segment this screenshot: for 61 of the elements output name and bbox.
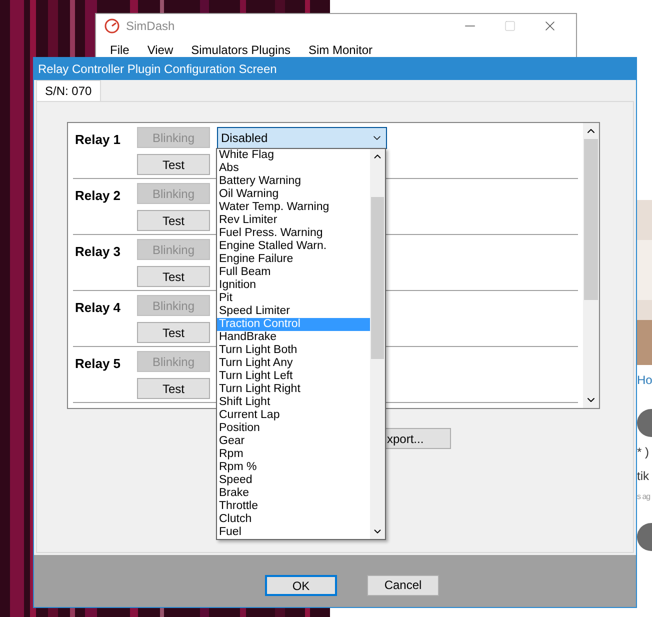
relay-label: Relay 2 xyxy=(74,187,122,205)
dropdown-option[interactable]: Current Lap xyxy=(217,409,370,422)
dropdown-option[interactable]: Full Beam xyxy=(217,266,370,279)
dropdown-option[interactable]: Position xyxy=(217,422,370,435)
dialog-title: Relay Controller Plugin Configuration Screen xyxy=(38,61,277,78)
article-link[interactable]: Ho xyxy=(637,371,652,389)
relay-label: Relay 5 xyxy=(74,355,122,373)
export-button[interactable]: xport... xyxy=(385,428,451,449)
dropdown-option[interactable]: Turn Light Left xyxy=(217,370,370,383)
dropdown-option[interactable]: Gear xyxy=(217,435,370,448)
comment-text: * ) xyxy=(637,444,650,461)
dropdown-option[interactable]: Throttle xyxy=(217,500,370,513)
dropdown-option[interactable]: Battery Warning xyxy=(217,175,370,188)
dropdown-option[interactable]: Abs xyxy=(217,162,370,175)
dropdown-option[interactable]: Rpm xyxy=(217,448,370,461)
dropdown-option[interactable]: Rev Limiter xyxy=(217,214,370,227)
test-button[interactable]: Test xyxy=(137,266,210,287)
dropdown-option[interactable]: Engine Stalled Warn. xyxy=(217,240,370,253)
test-button[interactable]: Test xyxy=(137,322,210,343)
dropdown-option[interactable]: Ignition xyxy=(217,279,370,292)
scrollbar[interactable] xyxy=(370,149,385,539)
avatar xyxy=(637,409,652,437)
dropdown-option[interactable]: Oil Warning xyxy=(217,188,370,201)
dropdown-option[interactable]: Turn Light Both xyxy=(217,344,370,357)
test-button[interactable]: Test xyxy=(137,210,210,231)
dropdown-option[interactable]: Pit xyxy=(217,292,370,305)
menu-item[interactable]: Sim Monitor xyxy=(308,41,373,59)
dropdown-option[interactable]: Fuel xyxy=(217,526,370,539)
menu-item[interactable]: Simulators Plugins xyxy=(191,41,291,59)
tab[interactable]: S/N: 070 xyxy=(36,80,101,101)
comment-text: tik xyxy=(637,468,650,485)
dropdown-option[interactable]: Brake xyxy=(217,487,370,500)
dropdown-option[interactable]: Turn Light Right xyxy=(217,383,370,396)
dropdown-option[interactable]: Clutch xyxy=(217,513,370,526)
dropdown-option[interactable]: Shift Light xyxy=(217,396,370,409)
dropdown-option[interactable]: Water Temp. Warning xyxy=(217,201,370,214)
scrollbar-thumb[interactable] xyxy=(371,197,384,359)
menu-item[interactable]: View xyxy=(147,41,174,59)
scrollbar-thumb[interactable] xyxy=(584,139,598,300)
relay-label: Relay 3 xyxy=(74,243,122,261)
dialog-button[interactable]: Cancel xyxy=(367,574,439,596)
timestamp: s ag xyxy=(637,491,652,503)
dialog-button[interactable]: OK xyxy=(265,574,337,596)
dropdown-option[interactable]: Turn Light Any xyxy=(217,357,370,370)
dropdown-option[interactable]: Speed Limiter xyxy=(217,305,370,318)
dropdown-option[interactable]: Speed xyxy=(217,474,370,487)
test-button[interactable]: Test xyxy=(137,154,210,175)
gauge-icon xyxy=(104,18,120,34)
mode-select[interactable]: Disabled xyxy=(217,127,387,149)
menu-item[interactable]: File xyxy=(110,41,130,59)
relay-label: Relay 4 xyxy=(74,299,122,317)
relay-label: Relay 1 xyxy=(74,131,122,149)
dropdown-option[interactable]: White Flag xyxy=(217,149,370,162)
dropdown-option[interactable]: Rpm % xyxy=(217,461,370,474)
dropdown-option[interactable]: HandBrake xyxy=(217,331,370,344)
avatar xyxy=(637,523,652,551)
dropdown-option[interactable]: Fuel Press. Warning xyxy=(217,227,370,240)
scrollbar[interactable] xyxy=(583,123,599,408)
window-title: SimDash xyxy=(126,18,175,35)
dropdown-option[interactable]: Engine Failure xyxy=(217,253,370,266)
test-button[interactable]: Test xyxy=(137,378,210,399)
